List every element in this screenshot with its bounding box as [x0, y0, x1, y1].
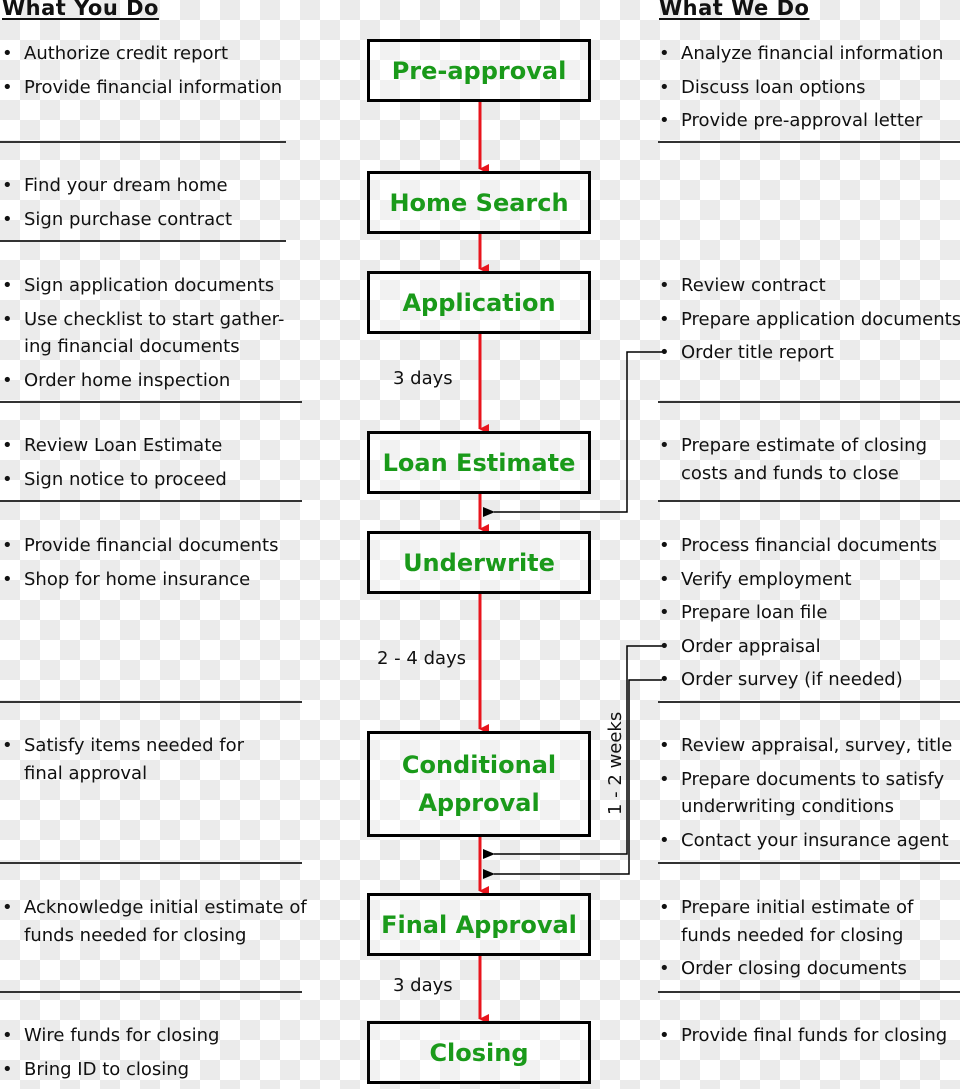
- we-do-list-underwrite: Process financial documents Verify emplo…: [659, 532, 937, 700]
- list-item: Provide pre-approval letter: [659, 107, 943, 135]
- list-item: Find your dream home: [2, 172, 232, 200]
- list-item: Review Loan Estimate: [2, 432, 227, 460]
- step-loan-estimate: Loan Estimate: [367, 431, 591, 494]
- list-item: Order home inspection: [2, 367, 307, 395]
- list-item: Discuss loan options: [659, 74, 943, 102]
- divider: [658, 141, 960, 143]
- duration-label: 1 - 2 weeks: [605, 711, 626, 815]
- list-item: Prepare loan file: [659, 599, 937, 627]
- step-application: Application: [367, 271, 591, 334]
- list-item: Sign notice to proceed: [2, 466, 227, 494]
- list-item: Sign application documents: [2, 272, 307, 300]
- divider: [658, 500, 960, 502]
- divider: [0, 240, 286, 242]
- list-item: Verify employment: [659, 566, 937, 594]
- step-closing: Closing: [367, 1021, 591, 1084]
- we-do-list-pre-approval: Analyze financial information Discuss lo…: [659, 40, 943, 141]
- divider: [0, 141, 286, 143]
- step-title: Application: [402, 288, 556, 317]
- list-item: Acknowledge initial estimate of funds ne…: [2, 894, 309, 949]
- step-title: Conditional Approval: [401, 751, 557, 817]
- list-item: Wire funds for closing: [2, 1022, 219, 1050]
- list-item: Satisfy items needed for final approval: [2, 732, 274, 787]
- list-item: Contact your insurance agent: [659, 827, 960, 855]
- step-pre-approval: Pre-approval: [367, 39, 591, 102]
- list-item: Prepare estimate of closing costs and fu…: [659, 432, 960, 487]
- duration-label: 3 days: [393, 368, 453, 389]
- you-do-list-application: Sign application documents Use checklist…: [2, 272, 307, 400]
- duration-label: 3 days: [393, 975, 453, 996]
- list-item: Use checklist to start gather-ing financ…: [2, 306, 304, 361]
- you-do-list-final-approval: Acknowledge initial estimate of funds ne…: [2, 894, 309, 955]
- we-do-list-conditional-approval: Review appraisal, survey, title Prepare …: [659, 732, 960, 860]
- step-title: Closing: [429, 1038, 529, 1067]
- step-title: Underwrite: [403, 548, 555, 577]
- list-item: Order title report: [659, 339, 960, 367]
- you-do-list-home-search: Find your dream home Sign purchase contr…: [2, 172, 232, 239]
- divider: [658, 401, 960, 403]
- step-title: Final Approval: [381, 910, 577, 939]
- list-item: Order survey (if needed): [659, 666, 937, 694]
- step-home-search: Home Search: [367, 171, 591, 234]
- you-do-list-loan-estimate: Review Loan Estimate Sign notice to proc…: [2, 432, 227, 499]
- we-do-list-application: Review contract Prepare application docu…: [659, 272, 960, 373]
- list-item: Prepare initial estimate of funds needed…: [659, 894, 956, 949]
- step-final-approval: Final Approval: [367, 893, 591, 956]
- list-item: Shop for home insurance: [2, 566, 278, 594]
- you-do-list-underwrite: Provide financial documents Shop for hom…: [2, 532, 278, 599]
- duration-label: 2 - 4 days: [377, 648, 467, 669]
- divider: [658, 991, 960, 993]
- we-do-list-loan-estimate: Prepare estimate of closing costs and fu…: [659, 432, 960, 493]
- list-item: Review appraisal, survey, title: [659, 732, 960, 760]
- list-item: Provide financial documents: [2, 532, 278, 560]
- divider: [0, 401, 302, 403]
- divider: [0, 862, 302, 864]
- step-underwrite: Underwrite: [367, 531, 591, 594]
- list-item: Provide financial information: [2, 74, 282, 102]
- step-title: Home Search: [389, 188, 569, 217]
- you-do-list-closing: Wire funds for closing Bring ID to closi…: [2, 1022, 219, 1089]
- you-do-list-pre-approval: Authorize credit report Provide financia…: [2, 40, 282, 107]
- we-do-list-closing: Provide final funds for closing: [659, 1022, 947, 1056]
- step-title: Pre-approval: [391, 56, 567, 85]
- you-do-list-conditional-approval: Satisfy items needed for final approval: [2, 732, 274, 793]
- list-item: Analyze financial information: [659, 40, 943, 68]
- list-item: Process financial documents: [659, 532, 937, 560]
- divider: [0, 500, 302, 502]
- list-item: Prepare application documents: [659, 306, 960, 334]
- list-item: Provide final funds for closing: [659, 1022, 947, 1050]
- step-title: Loan Estimate: [382, 448, 576, 477]
- divider: [658, 701, 960, 703]
- step-conditional-approval: Conditional Approval: [367, 731, 591, 837]
- list-item: Sign purchase contract: [2, 206, 232, 234]
- list-item: Review contract: [659, 272, 960, 300]
- we-do-list-final-approval: Prepare initial estimate of funds needed…: [659, 894, 956, 989]
- list-item: Bring ID to closing: [2, 1056, 219, 1084]
- divider: [658, 862, 960, 864]
- list-item: Prepare documents to satisfy underwritin…: [659, 766, 960, 821]
- list-item: Order closing documents: [659, 955, 956, 983]
- list-item: Authorize credit report: [2, 40, 282, 68]
- list-item: Order appraisal: [659, 633, 937, 661]
- divider: [0, 991, 302, 993]
- divider: [0, 701, 302, 703]
